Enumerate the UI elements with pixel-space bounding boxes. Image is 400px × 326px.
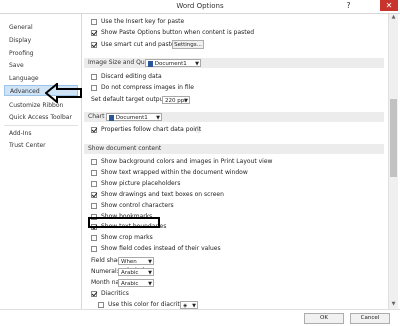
smart-cut-checkbox[interactable]	[91, 42, 97, 48]
title-bar: Word Options ? ✕	[0, 0, 400, 13]
show-doc-checkbox-8[interactable]	[91, 246, 97, 252]
chevron-down-icon: ▼	[195, 61, 199, 67]
show-paste-options-option[interactable]: Show Paste Options button when content i…	[91, 28, 381, 38]
insert-key-checkbox[interactable]	[91, 19, 97, 25]
show-doc-checkbox-2[interactable]	[91, 181, 97, 187]
sidebar-item-trust-center[interactable]: Trust Center	[4, 140, 78, 151]
insert-key-option[interactable]: Use the Insert key for paste	[91, 17, 381, 27]
smart-cut-option[interactable]: Use smart cut and paste	[91, 40, 381, 50]
cancel-button[interactable]: Cancel	[350, 313, 390, 324]
diacritic-color-checkbox[interactable]	[98, 302, 104, 308]
properties-follow-option[interactable]: Properties follow chart data point	[91, 125, 381, 135]
show-doc-option-0[interactable]: Show background colors and images in Pri…	[91, 157, 381, 167]
ppi-select[interactable]: 220 ppi ▼	[162, 96, 190, 104]
info-icon: ⓘ	[195, 127, 202, 134]
show-doc-option-8[interactable]: Show field codes instead of their values	[91, 244, 381, 254]
chevron-down-icon: ▼	[148, 270, 152, 276]
show-doc-checkbox-1[interactable]	[91, 170, 97, 176]
chevron-down-icon: ▼	[148, 259, 152, 265]
discard-editing-checkbox[interactable]	[91, 74, 97, 80]
diacritic-color-picker[interactable]: ◈ ▼	[180, 301, 198, 309]
settings-button[interactable]: Settings...	[172, 40, 204, 49]
chevron-down-icon: ▼	[184, 98, 188, 104]
sidebar-item-save[interactable]: Save	[4, 60, 78, 71]
chart-document-select[interactable]: Document1 ▼	[106, 113, 162, 121]
sidebar-item-display[interactable]: Display	[4, 35, 78, 46]
chevron-down-icon: ▼	[156, 115, 160, 121]
show-doc-option-1[interactable]: Show text wrapped within the document wi…	[91, 168, 381, 178]
diacritics-checkbox[interactable]	[91, 291, 97, 297]
image-size-section-header: Image Size and Quality	[84, 58, 384, 68]
show-doc-option-3[interactable]: Show drawings and text boxes on screen	[91, 190, 381, 200]
options-panel: Use the Insert key for paste Show Paste …	[82, 14, 388, 309]
arrow-callout-icon	[45, 83, 82, 103]
scroll-down-icon[interactable]: ▼	[389, 301, 398, 309]
sidebar-item-add-ins[interactable]: Add-Ins	[4, 128, 78, 139]
document-icon	[148, 60, 153, 67]
chart-section-title: Chart	[88, 113, 105, 120]
properties-follow-checkbox[interactable]	[91, 127, 97, 133]
numeral-label: Numeral:	[91, 268, 119, 275]
no-compress-checkbox[interactable]	[91, 85, 97, 91]
numeral-select[interactable]: Arabic ▼	[118, 268, 154, 276]
close-window-button[interactable]: ✕	[380, 0, 398, 11]
chevron-down-icon: ▼	[192, 303, 196, 309]
ok-button[interactable]: OK	[304, 313, 344, 324]
show-doc-checkbox-7[interactable]	[91, 235, 97, 241]
show-doc-checkbox-3[interactable]	[91, 192, 97, 198]
sidebar-divider	[4, 125, 78, 126]
show-document-content-header: Show document content	[84, 144, 384, 154]
sidebar-item-general[interactable]: General	[4, 22, 78, 33]
month-names-select[interactable]: Arabic ▼	[118, 279, 154, 287]
sidebar-item-proofing[interactable]: Proofing	[4, 48, 78, 59]
dialog-footer: OK Cancel	[0, 309, 400, 326]
show-doc-option-7[interactable]: Show crop marks	[91, 233, 381, 243]
scrollbar[interactable]: ▲ ▼	[388, 14, 398, 309]
discard-editing-option[interactable]: Discard editing data	[91, 72, 381, 82]
document-icon	[109, 114, 114, 121]
highlight-box	[88, 217, 160, 228]
field-shading-select[interactable]: When selected ▼	[118, 257, 154, 273]
show-paste-options-checkbox[interactable]	[91, 30, 97, 36]
chevron-down-icon: ▼	[148, 281, 152, 287]
show-doc-checkbox-4[interactable]	[91, 203, 97, 209]
scrollbar-thumb[interactable]	[390, 99, 397, 177]
diacritics-option[interactable]: Diacritics	[91, 289, 381, 299]
show-doc-checkbox-0[interactable]	[91, 159, 97, 165]
scroll-up-icon[interactable]: ▲	[389, 14, 398, 22]
show-document-content-title: Show document content	[88, 145, 162, 152]
sidebar-item-quick-access-toolbar[interactable]: Quick Access Toolbar	[4, 112, 78, 123]
sidebar: General Display Proofing Save Language A…	[0, 14, 82, 309]
help-button[interactable]: ?	[342, 0, 355, 11]
window-title: Word Options	[176, 2, 224, 10]
no-compress-option[interactable]: Do not compress images in file	[91, 83, 381, 93]
show-doc-option-4[interactable]: Show control characters	[91, 201, 381, 211]
show-doc-option-2[interactable]: Show picture placeholders	[91, 179, 381, 189]
diacritic-color-option[interactable]: Use this color for diacritics:	[98, 300, 388, 309]
image-document-select[interactable]: Document1 ▼	[145, 59, 201, 67]
